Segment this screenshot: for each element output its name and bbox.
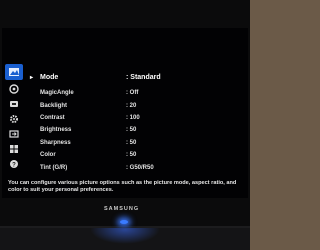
application-icon[interactable]	[8, 143, 20, 155]
led-reflection	[90, 228, 160, 244]
picture-menu: ▸ Mode : Standard MagicAngle : Off Backl…	[30, 70, 240, 174]
menu-label: Sharpness	[40, 139, 71, 146]
svg-text:?: ?	[12, 162, 16, 168]
menu-row-brightness[interactable]: Brightness : 50	[30, 124, 240, 136]
menu-label: Tint (G/R)	[40, 164, 68, 171]
menu-row-tint[interactable]: Tint (G/R) : G50/R50	[30, 161, 240, 173]
menu-label: MagicAngle	[40, 90, 74, 97]
selected-arrow-icon: ▸	[30, 74, 34, 81]
sound-icon[interactable]	[8, 83, 20, 95]
menu-value: : 50	[126, 152, 137, 159]
menu-label: Brightness	[40, 127, 72, 134]
menu-label: Backlight	[40, 102, 68, 109]
menu-value: : 20	[126, 102, 137, 109]
menu-row-backlight[interactable]: Backlight : 20	[30, 99, 240, 111]
power-led	[120, 220, 128, 224]
menu-value: : G50/R50	[126, 164, 154, 171]
menu-row-sharpness[interactable]: Sharpness : 50	[30, 137, 240, 149]
tv-bezel: ? ▸ Mode : Standard MagicAngle : Off Bac…	[0, 0, 250, 228]
input-icon[interactable]	[8, 128, 20, 140]
menu-row-mode[interactable]: ▸ Mode : Standard	[30, 70, 240, 84]
menu-label: Color	[40, 152, 56, 159]
menu-row-magicangle[interactable]: MagicAngle : Off	[30, 87, 240, 99]
picture-icon[interactable]	[5, 64, 23, 80]
channel-icon[interactable]	[8, 98, 20, 110]
menu-value: : Standard	[126, 73, 161, 81]
menu-row-color[interactable]: Color : 50	[30, 149, 240, 161]
support-icon[interactable]: ?	[8, 158, 20, 170]
help-text: You can configure various picture option…	[8, 180, 237, 193]
brand-logo: SAMSUNG	[104, 206, 140, 212]
menu-value: : 50	[126, 139, 137, 146]
menu-sidebar: ?	[5, 64, 23, 173]
menu-label: Mode	[40, 73, 59, 81]
menu-value: : 100	[126, 114, 140, 121]
menu-value: : 50	[126, 127, 137, 134]
setup-icon[interactable]	[8, 113, 20, 125]
menu-value: : Off	[126, 90, 139, 97]
menu-row-contrast[interactable]: Contrast : 100	[30, 112, 240, 124]
menu-label: Contrast	[40, 114, 65, 121]
